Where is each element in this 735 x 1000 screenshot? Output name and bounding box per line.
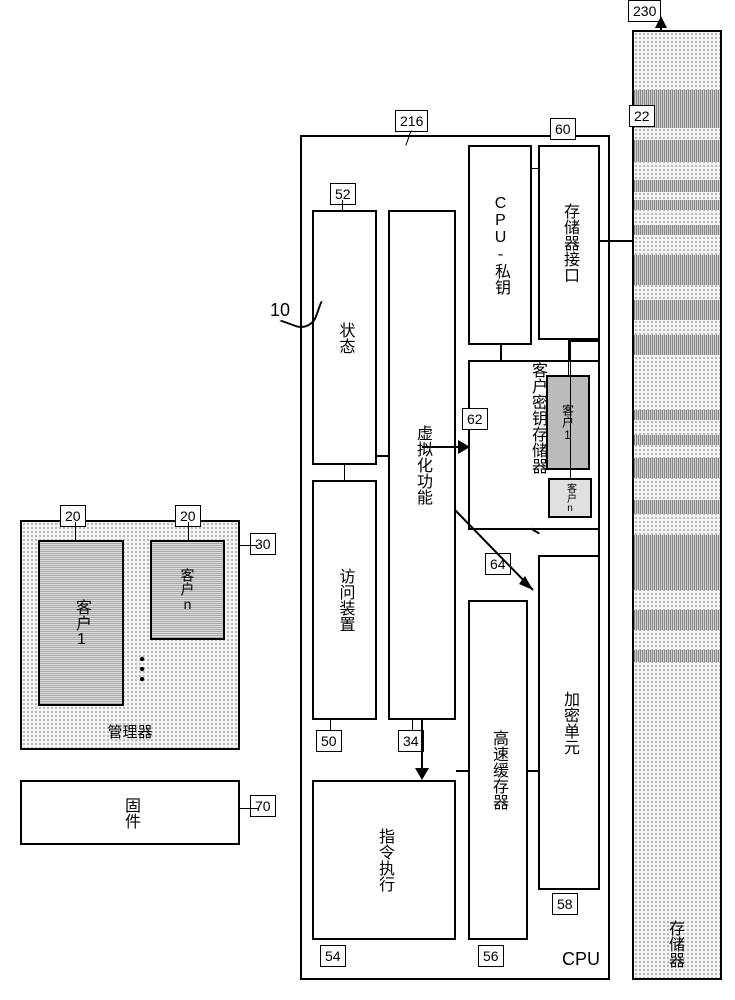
ref-70: 70 xyxy=(250,795,276,817)
cks-client1: 客户1 xyxy=(546,375,590,470)
ref-34: 34 xyxy=(398,730,424,752)
cks-clientn-label: 客户n xyxy=(563,483,578,514)
ref-60: 60 xyxy=(550,118,576,140)
instr-exec-box: 指令执行 xyxy=(312,780,456,940)
cks-clientn: 客户n xyxy=(548,478,592,518)
ref-30: 30 xyxy=(250,533,276,555)
ref-56: 56 xyxy=(478,945,504,967)
ref-22: 22 xyxy=(629,105,655,127)
clientn-box: 客户n xyxy=(150,540,225,640)
crypto-unit-label: 加密单元 xyxy=(557,691,581,755)
ref-230: 230 xyxy=(628,0,661,22)
cache-label: 高速缓存器 xyxy=(486,730,510,810)
firmware-box: 固件 xyxy=(20,780,240,845)
mem-if-box: 存储器接口 xyxy=(538,145,600,340)
ref-20b: 20 xyxy=(60,505,86,527)
ref-50: 50 xyxy=(316,730,342,752)
client1-box: 客户1 xyxy=(38,540,124,706)
clientn-label: 客户n xyxy=(178,568,198,612)
cpu-label: CPU xyxy=(562,949,600,970)
access-device-box: 访问装置 xyxy=(312,480,377,720)
ref-216: 216 xyxy=(395,110,428,132)
virt-fn-box: 虚拟化功能 xyxy=(388,210,456,720)
cpu-privkey-label: CPU-私钥 xyxy=(488,195,512,295)
crypto-unit-box: 加密单元 xyxy=(538,555,600,890)
ref-10: 10 xyxy=(270,300,290,321)
virt-fn-label: 虚拟化功能 xyxy=(410,425,434,505)
ref-64: 64 xyxy=(485,553,511,575)
manager-label: 管理器 xyxy=(22,721,238,742)
state-label: 状态 xyxy=(333,322,357,354)
client1-label: 客户1 xyxy=(69,599,93,648)
instr-exec-label: 指令执行 xyxy=(372,828,396,892)
cpu-privkey-box: CPU-私钥 xyxy=(468,145,532,345)
state-box: 状态 xyxy=(312,210,377,465)
ref-58: 58 xyxy=(552,893,578,915)
ref-54: 54 xyxy=(320,945,346,967)
cache-box: 高速缓存器 xyxy=(468,600,528,940)
firmware-label: 固件 xyxy=(118,797,142,829)
dots: • • • xyxy=(132,656,150,682)
access-device-label: 访问装置 xyxy=(333,568,357,632)
mem-if-label: 存储器接口 xyxy=(557,203,581,283)
ref-62: 62 xyxy=(462,408,488,430)
memory-label: 存储器 xyxy=(662,920,686,968)
cks-client1-label: 客户1 xyxy=(560,404,577,442)
